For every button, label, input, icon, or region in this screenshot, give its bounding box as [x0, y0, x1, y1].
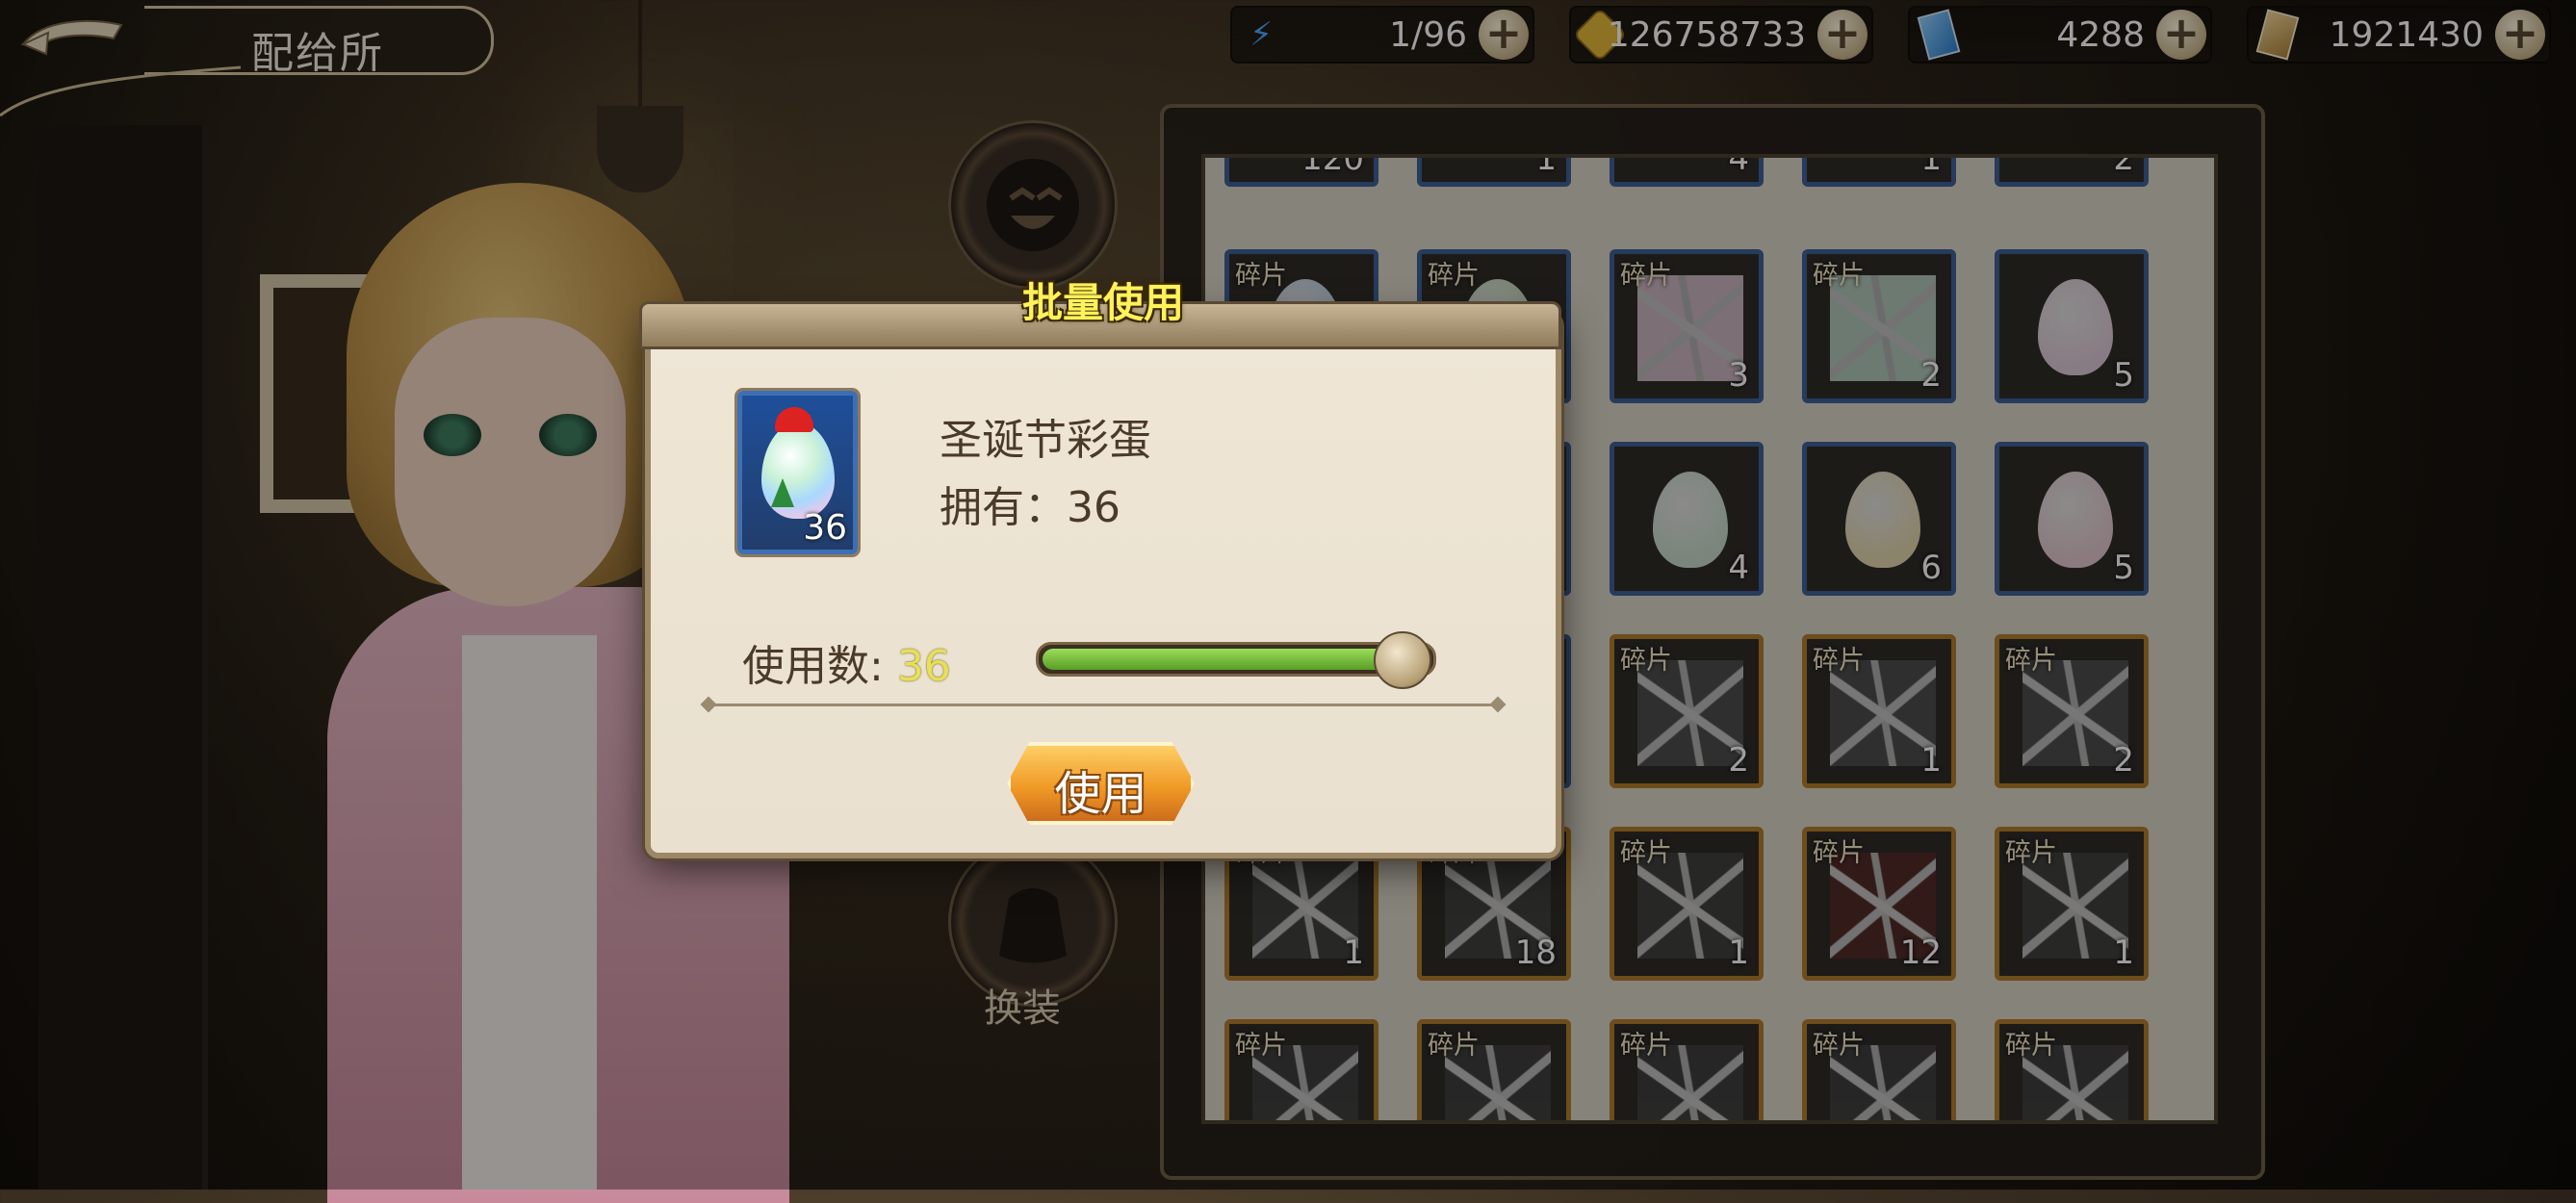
dialog-title: 批量使用: [1021, 279, 1184, 326]
use-amount-value: 36: [896, 642, 951, 691]
use-amount-slider[interactable]: [1036, 631, 1436, 689]
item-owned: 拥有：36: [940, 483, 1121, 532]
use-amount-text: 使用数:: [742, 642, 897, 691]
item-name: 圣诞节彩蛋: [940, 416, 1151, 465]
item-count: 36: [803, 508, 847, 548]
use-button[interactable]: 使用: [1007, 742, 1195, 825]
tree-icon: [771, 478, 794, 507]
use-button-label: 使用: [1054, 767, 1147, 821]
slider-knob[interactable]: [1374, 631, 1431, 689]
use-amount-label: 使用数: 36: [742, 631, 951, 693]
slider-fill: [1043, 649, 1424, 670]
dialog-divider: [708, 704, 1498, 706]
santa-hat-icon: [775, 407, 813, 432]
item-icon-box: 36: [737, 391, 858, 554]
batch-use-dialog: 批量使用 36 圣诞节彩蛋 拥有：36 使用数: 36 使用: [639, 279, 1561, 858]
